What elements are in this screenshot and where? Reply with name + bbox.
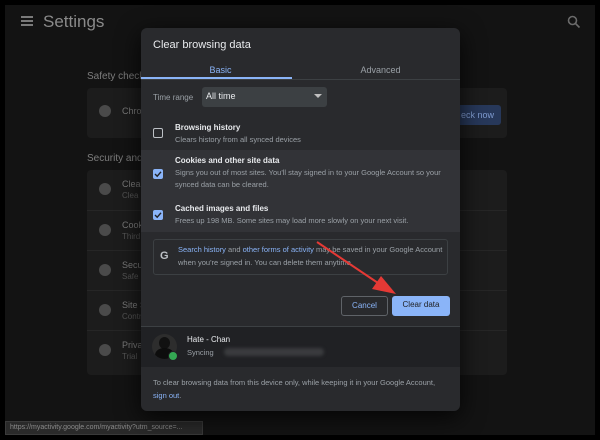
clear-data-button[interactable]: Clear data	[392, 296, 450, 316]
tab-divider	[141, 79, 460, 80]
option-description: Signs you out of most sites. You'll stay…	[175, 168, 441, 189]
option-title: Browsing history	[175, 123, 241, 132]
cookies-option[interactable]: Cookies and other site data Signs you ou…	[141, 150, 460, 198]
safety-check-title: Safety check	[87, 71, 145, 82]
sliders-icon	[99, 304, 111, 316]
privacy-row-desc: Third	[122, 232, 141, 241]
info-text-and: and	[225, 245, 243, 254]
browsing-history-checkbox[interactable]	[153, 128, 163, 138]
check-now-button[interactable]: eck now	[455, 105, 501, 125]
cookies-checkbox[interactable]	[153, 169, 163, 179]
sync-badge-icon	[168, 351, 178, 361]
privacy-row-desc: Trial	[122, 352, 138, 361]
cached-images-checkbox[interactable]	[153, 210, 163, 220]
sync-status: Syncing	[187, 348, 214, 357]
flask-icon	[99, 344, 111, 356]
safety-row-label: Chro	[122, 106, 142, 116]
blurred-email	[224, 348, 324, 356]
account-row: Hate - Chan Syncing	[141, 327, 460, 367]
privacy-row-title: Priva	[122, 340, 143, 350]
search-icon[interactable]	[567, 15, 581, 29]
google-activity-info-box: G Search history and other forms of acti…	[153, 239, 448, 275]
menu-icon[interactable]	[21, 16, 33, 26]
dialog-title: Clear browsing data	[153, 39, 251, 51]
shield-icon	[99, 105, 111, 117]
browsing-history-option[interactable]: Browsing history Clears history from all…	[141, 118, 460, 150]
dropdown-arrow-icon	[314, 94, 322, 98]
search-history-link[interactable]: Search history	[178, 245, 226, 254]
account-name: Hate - Chan	[187, 335, 231, 344]
google-g-icon: G	[160, 250, 169, 262]
dialog-footer-text: To clear browsing data from this device …	[153, 376, 448, 402]
privacy-row-desc: Safe	[122, 272, 139, 281]
footer-text-main: To clear browsing data from this device …	[153, 378, 436, 387]
privacy-section-title: Security and	[87, 153, 143, 164]
option-description: Frees up 198 MB. Some sites may load mor…	[175, 216, 409, 225]
cookie-icon	[99, 224, 111, 236]
time-range-select[interactable]: All time	[202, 87, 327, 107]
sign-out-link[interactable]: sign out	[153, 391, 179, 400]
footer-text-end: .	[179, 391, 182, 400]
time-range-label: Time range	[153, 93, 194, 102]
info-text: Search history and other forms of activi…	[178, 243, 443, 269]
checkmark-icon	[154, 171, 162, 178]
option-title: Cached images and files	[175, 204, 269, 213]
security-shield-icon	[99, 264, 111, 276]
settings-title: Settings	[43, 12, 105, 31]
privacy-row-desc: Clea	[122, 191, 139, 200]
cancel-button[interactable]: Cancel	[341, 296, 388, 316]
cached-images-option[interactable]: Cached images and files Frees up 198 MB.…	[141, 198, 460, 232]
time-range-value: All time	[206, 91, 236, 101]
clear-browsing-data-dialog: Clear browsing data Basic Advanced Time …	[141, 28, 460, 411]
option-title: Cookies and other site data	[175, 156, 280, 165]
other-activity-link[interactable]: other forms of activity	[243, 245, 314, 254]
option-description: Clears history from all synced devices	[175, 135, 301, 144]
status-bar-url: https://myactivity.google.com/myactivity…	[5, 421, 203, 435]
checkmark-icon	[154, 212, 162, 219]
trash-icon	[99, 183, 111, 195]
privacy-row-title: Secu	[122, 260, 143, 270]
privacy-row-desc: Contr	[122, 312, 142, 321]
